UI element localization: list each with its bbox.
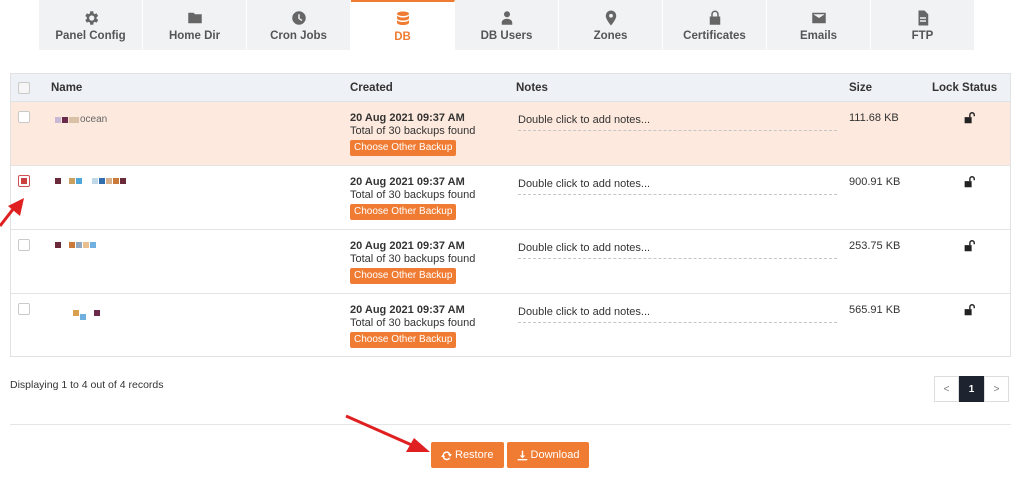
header-created[interactable]: Created — [350, 82, 393, 94]
created-cell: 20 Aug 2021 09:37 AM Total of 30 backups… — [350, 304, 475, 348]
tab-zones[interactable]: Zones — [559, 0, 663, 50]
tab-emails[interactable]: Emails — [767, 0, 871, 50]
users-icon — [501, 10, 512, 25]
tab-home-dir[interactable]: Home Dir — [143, 0, 247, 50]
row-checkbox[interactable] — [18, 303, 30, 315]
created-cell: 20 Aug 2021 09:37 AM Total of 30 backups… — [350, 176, 475, 220]
annotation-arrow-restore — [345, 414, 430, 452]
header-notes: Notes — [516, 82, 548, 94]
tab-panel-config[interactable]: Panel Config — [39, 0, 143, 50]
header-lock-status: Lock Status — [932, 82, 998, 94]
database-icon — [396, 11, 409, 25]
map-marker-icon — [605, 10, 616, 25]
pagination-prev[interactable]: < — [934, 376, 959, 402]
tab-cron-jobs[interactable]: Cron Jobs — [247, 0, 351, 50]
backup-table: Name Created Notes Size Lock Status ocea… — [10, 73, 1011, 357]
backup-count: Total of 30 backups found — [350, 253, 476, 265]
unlock-icon[interactable] — [962, 175, 976, 189]
created-date: 20 Aug 2021 09:37 AM — [350, 112, 465, 124]
unlock-icon[interactable] — [962, 239, 976, 253]
tab-certificates[interactable]: Certificates — [663, 0, 767, 50]
gear-icon — [84, 10, 98, 25]
tab-label: DB — [394, 30, 411, 43]
download-icon — [517, 450, 527, 460]
restore-button[interactable]: Restore — [431, 442, 504, 468]
tab-ftp[interactable]: FTP — [871, 0, 975, 50]
tab-bar: Panel Config Home Dir Cron Jobs DB DB Us… — [39, 0, 975, 50]
notes-field[interactable]: Double click to add notes... — [518, 242, 837, 259]
notes-field[interactable]: Double click to add notes... — [518, 178, 837, 195]
size-value: 565.91 KB — [849, 304, 901, 316]
tab-label: Emails — [799, 29, 838, 42]
created-date: 20 Aug 2021 09:37 AM — [350, 240, 465, 252]
database-name — [55, 242, 97, 248]
tab-label: Cron Jobs — [270, 29, 327, 42]
clock-icon — [291, 10, 306, 25]
database-name — [73, 306, 101, 320]
unlock-icon[interactable] — [962, 111, 976, 125]
notes-field[interactable]: Double click to add notes... — [518, 114, 837, 131]
action-bar: Restore Download — [431, 442, 590, 468]
database-name: ocean — [55, 114, 107, 125]
pagination: < 1 > — [934, 376, 1009, 402]
tab-label: Home Dir — [168, 29, 221, 42]
unlock-icon[interactable] — [962, 303, 976, 317]
pagination-next[interactable]: > — [984, 376, 1009, 402]
database-name — [55, 178, 127, 184]
choose-other-backup-button[interactable]: Choose Other Backup — [350, 140, 457, 156]
notes-field[interactable]: Double click to add notes... — [518, 306, 837, 323]
divider — [10, 424, 1011, 425]
table-row[interactable]: 20 Aug 2021 09:37 AM Total of 30 backups… — [11, 294, 1010, 358]
folder-icon — [187, 12, 202, 23]
row-checkbox[interactable] — [18, 111, 30, 123]
tab-label: FTP — [911, 29, 934, 42]
tab-label: Certificates — [683, 29, 746, 42]
choose-other-backup-button[interactable]: Choose Other Backup — [350, 204, 457, 220]
download-button[interactable]: Download — [506, 442, 590, 468]
size-value: 111.68 KB — [849, 112, 899, 124]
backup-count: Total of 30 backups found — [350, 317, 476, 329]
table-row[interactable]: 20 Aug 2021 09:37 AM Total of 30 backups… — [11, 230, 1010, 294]
tab-label: DB Users — [480, 29, 533, 42]
refresh-icon — [441, 450, 452, 460]
tab-label: Zones — [593, 29, 628, 42]
header-name[interactable]: Name — [51, 82, 82, 94]
created-date: 20 Aug 2021 09:37 AM — [350, 304, 465, 316]
row-checkbox[interactable] — [18, 239, 30, 251]
choose-other-backup-button[interactable]: Choose Other Backup — [350, 268, 457, 284]
created-date: 20 Aug 2021 09:37 AM — [350, 176, 465, 188]
select-all-checkbox[interactable] — [18, 82, 30, 94]
size-value: 253.75 KB — [849, 240, 901, 252]
row-checkbox[interactable] — [18, 175, 30, 187]
choose-other-backup-button[interactable]: Choose Other Backup — [350, 332, 457, 348]
envelope-icon — [811, 12, 826, 23]
table-header: Name Created Notes Size Lock Status — [11, 74, 1010, 102]
restore-label: Restore — [455, 449, 494, 461]
header-size[interactable]: Size — [849, 82, 872, 94]
created-cell: 20 Aug 2021 09:37 AM Total of 30 backups… — [350, 112, 475, 156]
records-summary: Displaying 1 to 4 out of 4 records — [10, 379, 164, 391]
tab-db-users[interactable]: DB Users — [455, 0, 559, 50]
size-value: 900.91 KB — [849, 176, 901, 188]
lock-icon — [709, 10, 720, 25]
tab-label: Panel Config — [55, 29, 126, 42]
table-row[interactable]: 20 Aug 2021 09:37 AM Total of 30 backups… — [11, 166, 1010, 230]
pagination-page-1[interactable]: 1 — [959, 376, 984, 402]
file-icon — [918, 10, 928, 25]
table-row[interactable]: ocean 20 Aug 2021 09:37 AM Total of 30 b… — [11, 102, 1010, 166]
backup-count: Total of 30 backups found — [350, 189, 476, 201]
tab-db[interactable]: DB — [351, 0, 455, 50]
backup-count: Total of 30 backups found — [350, 125, 476, 137]
download-label: Download — [530, 449, 580, 461]
created-cell: 20 Aug 2021 09:37 AM Total of 30 backups… — [350, 240, 475, 284]
